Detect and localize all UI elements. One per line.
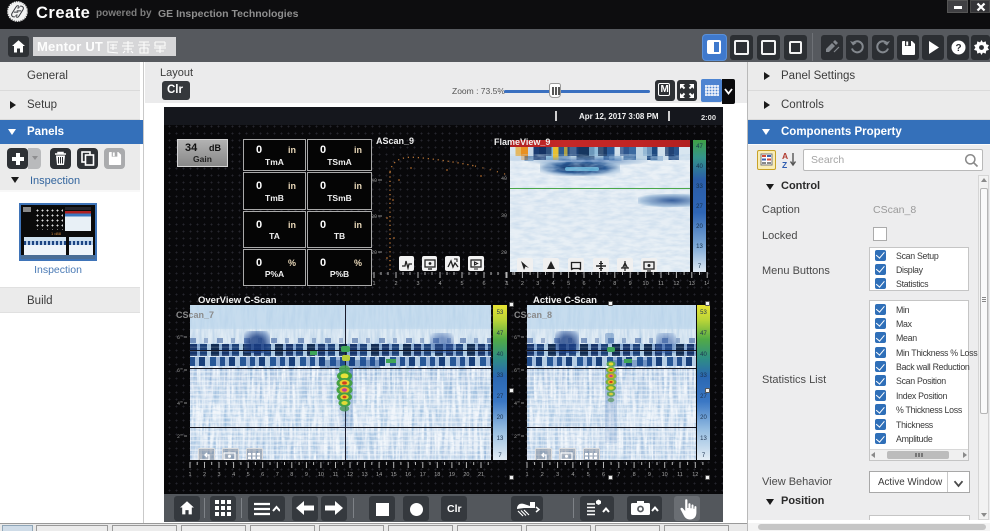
svg-text:33: 33 [497,373,504,379]
svg-text:1: 1 [525,472,528,478]
svg-text:4: 4 [232,472,235,478]
svg-text:20: 20 [501,250,507,256]
svg-text:3: 3 [416,281,419,287]
svg-text:53: 53 [497,310,504,316]
svg-text:1,23: 1,23 [587,459,594,460]
svg-text:18: 18 [434,472,440,478]
svg-text:3: 3 [556,472,559,478]
svg-text:20: 20 [497,415,504,421]
svg-text:40: 40 [497,352,504,358]
svg-text:27: 27 [696,204,703,210]
svg-text:2": 2" [514,434,520,440]
svg-text:?: ? [955,43,961,54]
svg-text:6: 6 [261,472,264,478]
svg-text:27: 27 [497,394,504,400]
svg-text:40: 40 [501,176,507,182]
svg-text:33: 33 [700,373,707,379]
svg-text:5: 5 [460,281,463,287]
svg-text:53: 53 [700,310,707,316]
svg-text:19: 19 [449,472,455,478]
svg-text:6: 6 [482,281,485,287]
svg-text:20: 20 [696,224,703,230]
svg-text:47: 47 [696,144,703,150]
svg-text:2: 2 [203,472,206,478]
svg-text:13: 13 [497,436,504,442]
svg-text:17: 17 [420,472,426,478]
svg-text:5: 5 [247,472,250,478]
svg-text:4": 4" [514,401,520,407]
svg-text:6": 6" [177,335,183,341]
svg-text:20: 20 [463,472,469,478]
svg-text:11: 11 [677,472,683,478]
svg-text:4: 4 [552,281,555,287]
svg-text:20: 20 [371,250,377,256]
svg-text:2: 2 [521,281,524,287]
svg-text:6": 6" [177,368,183,374]
svg-text:40: 40 [700,352,707,358]
svg-text:13: 13 [362,472,368,478]
svg-text:1: 1 [505,281,508,287]
svg-text:6: 6 [602,472,605,478]
svg-text:5: 5 [567,281,570,287]
svg-text:4: 4 [571,472,574,478]
svg-text:13: 13 [700,436,707,442]
svg-text:2: 2 [394,281,397,287]
svg-text:12: 12 [673,281,679,287]
svg-text:5: 5 [587,472,590,478]
svg-text:30: 30 [371,214,377,220]
svg-text:4: 4 [438,281,441,287]
svg-text:40: 40 [371,178,377,184]
svg-text:47: 47 [700,331,707,337]
svg-text:8: 8 [613,281,616,287]
svg-text:6": 6" [514,368,520,374]
svg-text:16: 16 [405,472,411,478]
svg-text:7: 7 [598,281,601,287]
svg-text:27: 27 [700,394,707,400]
svg-text:13: 13 [696,244,703,250]
svg-text:6: 6 [582,281,585,287]
svg-text:7: 7 [276,472,279,478]
svg-text:10: 10 [318,472,324,478]
svg-text:1: 1 [188,472,191,478]
svg-text:4": 4" [177,401,183,407]
svg-text:1,23: 1,23 [250,459,257,460]
svg-text:10: 10 [643,281,649,287]
svg-text:2: 2 [541,472,544,478]
svg-text:20: 20 [700,415,707,421]
svg-text:8: 8 [290,472,293,478]
svg-text:Z: Z [782,160,787,169]
svg-text:47: 47 [497,331,504,337]
svg-text:14: 14 [376,472,382,478]
svg-text:8: 8 [633,472,636,478]
svg-text:9: 9 [629,281,632,287]
svg-text:3: 3 [536,281,539,287]
svg-text:7: 7 [617,472,620,478]
svg-text:6": 6" [514,335,520,341]
svg-text:21: 21 [478,472,484,478]
svg-text:40: 40 [696,164,703,170]
svg-text:33: 33 [696,184,703,190]
svg-text:1: 1 [372,281,375,287]
svg-text:12: 12 [347,472,353,478]
svg-text:13: 13 [689,281,695,287]
svg-text:12: 12 [692,472,698,478]
svg-text:2": 2" [177,434,183,440]
svg-text:11: 11 [333,472,339,478]
svg-text:14: 14 [704,281,709,287]
svg-text:15: 15 [391,472,397,478]
svg-text:9: 9 [648,472,651,478]
svg-text:3: 3 [217,472,220,478]
svg-text:30: 30 [501,213,507,219]
svg-text:10: 10 [662,472,668,478]
svg-text:9: 9 [305,472,308,478]
svg-text:11: 11 [658,281,664,287]
